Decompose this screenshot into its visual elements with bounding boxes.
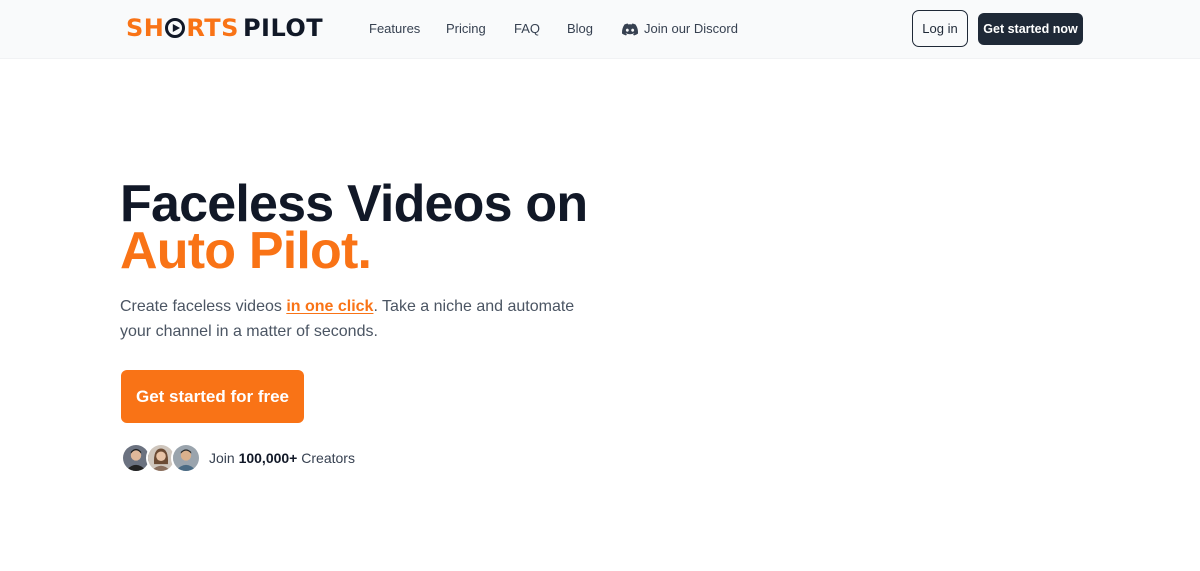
in-one-click-link[interactable]: in one click — [286, 298, 373, 315]
hero-headline: Faceless Videos on Auto Pilot. — [120, 176, 588, 279]
nav-link-pricing[interactable]: Pricing — [446, 20, 486, 38]
subheadline-text-start: Create faceless videos — [120, 298, 287, 315]
join-prefix: Join — [209, 450, 239, 466]
hero-subheadline: Create faceless videos in one click. Tak… — [120, 294, 600, 344]
discord-icon — [622, 23, 638, 35]
creator-avatars — [121, 443, 201, 473]
avatar — [171, 443, 201, 473]
creator-count: 100,000+ — [238, 450, 298, 466]
nav-link-discord[interactable]: Join our Discord — [622, 20, 738, 38]
nav-link-faq[interactable]: FAQ — [514, 20, 540, 38]
nav-link-blog[interactable]: Blog — [567, 20, 593, 38]
logo-text-pilot: PILOT — [242, 14, 324, 42]
top-navigation-bar: SH RTS PILOT Features Pricing FAQ Blog Joi… — [0, 0, 1200, 59]
play-icon — [165, 18, 186, 38]
discord-link-label: Join our Discord — [644, 21, 738, 36]
get-started-now-button[interactable]: Get started now — [978, 13, 1083, 45]
shortspilot-logo[interactable]: SH RTS PILOT — [126, 14, 323, 42]
join-creators-text: Join 100,000+ Creators — [209, 450, 355, 467]
login-button[interactable]: Log in — [912, 10, 968, 47]
join-suffix: Creators — [297, 450, 355, 466]
get-started-free-button[interactable]: Get started for free — [121, 370, 304, 423]
logo-text-shorts-rest: RTS — [186, 14, 239, 42]
nav-link-features[interactable]: Features — [369, 20, 420, 38]
logo-text-shorts: SH — [126, 14, 165, 42]
